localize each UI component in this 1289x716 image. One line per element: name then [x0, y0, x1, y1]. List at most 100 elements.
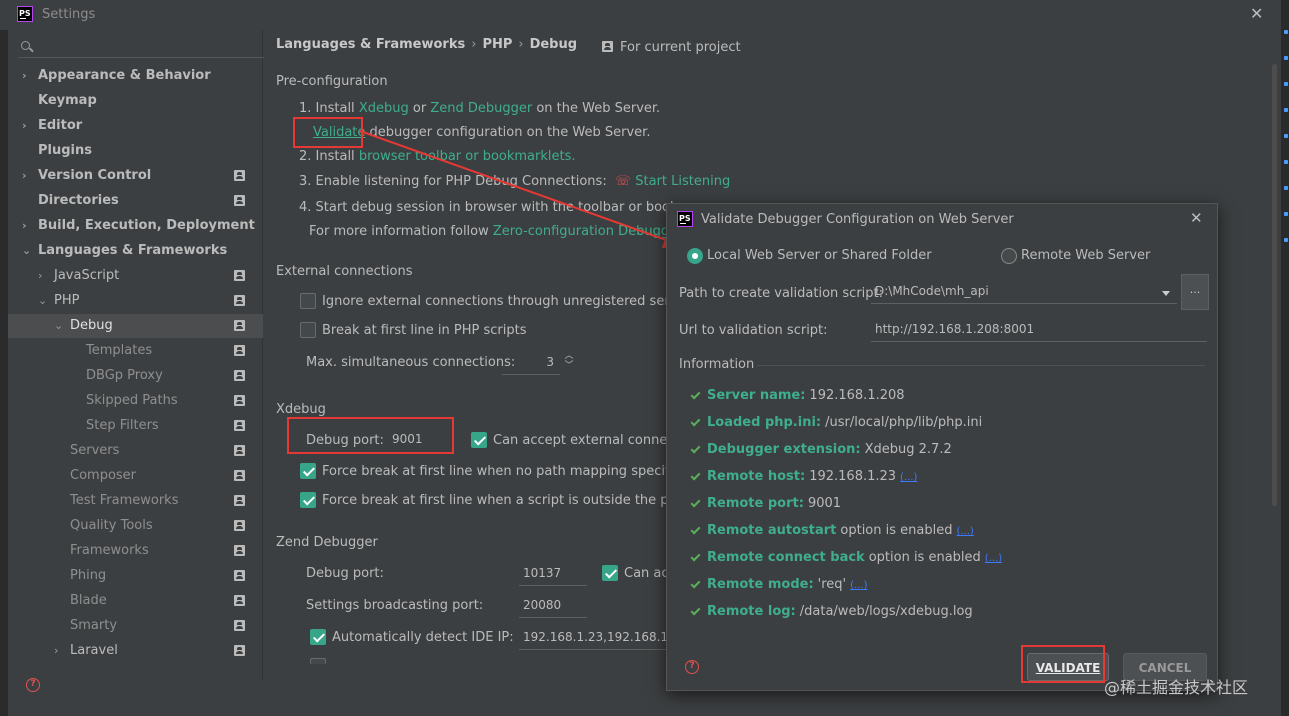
sidebar-item-label: Templates	[86, 343, 153, 358]
sidebar-item-label: Composer	[70, 468, 137, 483]
sidebar-item-label: Servers	[70, 443, 120, 458]
help-icon[interactable]: ?	[685, 660, 699, 674]
chevron-right-icon[interactable]: ›	[22, 214, 27, 238]
sidebar-item[interactable]: ⌄ Debug	[8, 314, 263, 338]
project-icon	[234, 395, 245, 406]
info-value: Xdebug 2.7.2	[864, 442, 952, 457]
project-icon	[234, 370, 245, 381]
xdebug-accept-external-label: Can accept external connectio	[493, 433, 692, 448]
url-input[interactable]: http://192.168.1.208:8001	[871, 318, 1207, 342]
check-icon	[690, 524, 701, 535]
xdebug-link[interactable]: Xdebug	[359, 101, 409, 116]
remote-server-radio[interactable]	[1001, 248, 1017, 264]
info-key: Remote port:	[707, 496, 804, 511]
sidebar-item[interactable]: Quality Tools	[8, 514, 263, 538]
auto-detect-ip-checkbox[interactable]	[310, 629, 326, 645]
chevron-right-icon[interactable]: ›	[22, 114, 27, 138]
partial-checkbox[interactable]	[310, 658, 326, 664]
chevron-right-icon[interactable]: ›	[38, 264, 42, 288]
check-icon	[690, 551, 701, 562]
project-icon	[234, 570, 245, 581]
annotation-port-box	[287, 417, 454, 454]
max-connections-label: Max. simultaneous connections:	[306, 355, 516, 370]
info-value: 'req'	[817, 577, 847, 592]
chevron-down-icon[interactable]: ⌄	[54, 314, 63, 338]
chevron-right-icon[interactable]: ›	[22, 164, 27, 188]
sidebar-item[interactable]: Keymap	[8, 89, 263, 113]
broadcast-port-label: Settings broadcasting port:	[306, 598, 484, 613]
info-more-link[interactable]: (...)	[985, 553, 1002, 564]
more-info-prefix: For more information follow	[309, 224, 489, 239]
zend-port-input[interactable]: 10137	[519, 562, 587, 586]
sidebar-item[interactable]: Skipped Paths	[8, 389, 263, 413]
remote-server-label: Remote Web Server	[1021, 248, 1151, 263]
path-label: Path to create validation script:	[679, 286, 884, 301]
chevron-right-icon[interactable]: ›	[22, 64, 27, 88]
sidebar-item[interactable]: Composer	[8, 464, 263, 488]
sidebar-item[interactable]: › JavaScript	[8, 264, 263, 288]
xdebug-accept-external-checkbox[interactable]	[471, 432, 487, 448]
sidebar-item[interactable]: Smarty	[8, 614, 263, 638]
sidebar-item[interactable]: Phing	[8, 564, 263, 588]
sidebar-item[interactable]: › Laravel	[8, 639, 263, 663]
edge-marker	[1284, 56, 1288, 60]
sidebar-item[interactable]: Plugins	[8, 139, 263, 163]
project-icon	[234, 595, 245, 606]
sidebar-item-label: DBGp Proxy	[86, 368, 163, 383]
sidebar-item[interactable]: › Editor	[8, 114, 263, 138]
path-dropdown[interactable]: D:\MhCode\mh_api	[871, 280, 1177, 304]
start-listening-link[interactable]: Start Listening	[635, 174, 730, 189]
browse-button[interactable]: ...	[1181, 274, 1209, 310]
sidebar-item[interactable]: Test Frameworks	[8, 489, 263, 513]
browser-toolbar-link[interactable]: browser toolbar or bookmarklets.	[359, 149, 576, 164]
step1-or: or	[412, 101, 427, 116]
close-icon[interactable]: ✕	[1250, 4, 1263, 23]
auto-detect-ip-input[interactable]: 192.168.1.23,192.168.10.1	[519, 626, 667, 650]
breadcrumb-item[interactable]: Languages & Frameworks	[276, 37, 465, 52]
sidebar-item[interactable]: › Build, Execution, Deployment	[8, 214, 263, 238]
sidebar-item[interactable]: Servers	[8, 439, 263, 463]
ignore-external-checkbox[interactable]	[300, 293, 316, 309]
info-more-link[interactable]: (...)	[956, 526, 973, 537]
sidebar-item[interactable]: DBGp Proxy	[8, 364, 263, 388]
local-server-radio[interactable]	[687, 248, 703, 264]
edge-marker	[1284, 108, 1288, 112]
info-more-link[interactable]: (...)	[850, 580, 867, 591]
zend-accept-checkbox[interactable]	[602, 565, 618, 581]
sidebar-item[interactable]: Step Filters	[8, 414, 263, 438]
max-connections-spinner[interactable]: ︿ ﹀	[564, 351, 574, 375]
broadcast-port-input[interactable]: 20080	[519, 594, 587, 618]
sidebar-item[interactable]: › Appearance & Behavior	[8, 64, 263, 88]
chevron-down-icon[interactable]: ⌄	[22, 239, 31, 263]
force-break-no-mapping-checkbox[interactable]	[300, 463, 316, 479]
chevron-down-icon[interactable]	[1162, 291, 1170, 296]
force-break-outside-project-checkbox[interactable]	[300, 492, 316, 508]
sidebar-item[interactable]: Templates	[8, 339, 263, 363]
sidebar-item[interactable]: Frameworks	[8, 539, 263, 563]
break-first-line-checkbox[interactable]	[300, 322, 316, 338]
sidebar-item-label: Appearance & Behavior	[38, 68, 211, 83]
annotation-validate-box	[293, 117, 363, 148]
info-more-link[interactable]: (...)	[900, 472, 917, 483]
zend-debugger-link[interactable]: Zend Debugger	[430, 101, 532, 116]
breadcrumb-separator: ›	[518, 37, 524, 52]
max-connections-input[interactable]: 3	[502, 351, 560, 375]
sidebar-item[interactable]: ⌄ Languages & Frameworks	[8, 239, 263, 263]
chevron-right-icon[interactable]: ›	[54, 639, 58, 663]
sidebar-item[interactable]: ⌄ PHP	[8, 289, 263, 313]
sidebar-item[interactable]: Blade	[8, 589, 263, 613]
check-icon	[690, 416, 701, 427]
sidebar-item[interactable]: Directories	[8, 189, 263, 213]
sidebar-item-label: Editor	[38, 118, 83, 133]
sidebar-search-input[interactable]	[18, 34, 266, 58]
close-icon[interactable]: ✕	[1190, 209, 1203, 227]
help-icon[interactable]: ?	[26, 678, 40, 692]
chevron-up-icon[interactable]: ︿	[564, 351, 574, 361]
sidebar-item-label: Step Filters	[86, 418, 159, 433]
content-scrollbar[interactable]	[1272, 64, 1277, 506]
sidebar-item[interactable]: › Version Control	[8, 164, 263, 188]
breadcrumb-item[interactable]: PHP	[482, 37, 512, 52]
chevron-down-icon[interactable]: ⌄	[38, 289, 47, 313]
chevron-down-icon[interactable]: ﹀	[564, 361, 574, 371]
project-icon	[234, 445, 245, 456]
